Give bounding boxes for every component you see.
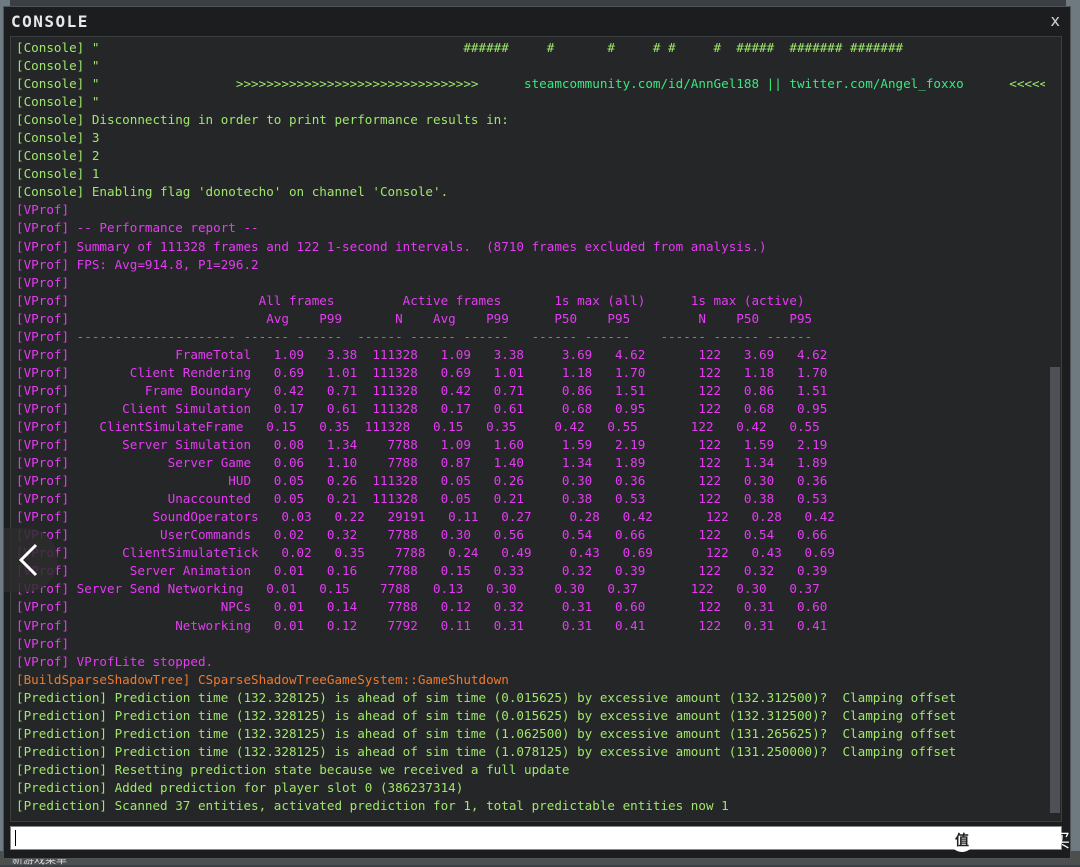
- command-input-field[interactable]: [11, 827, 1061, 849]
- console-line: [VProf] Avg P99 N Avg P99 P50 P95 N P50 …: [16, 310, 813, 326]
- console-line: [VProf] Frame Boundary 0.42 0.71 111328 …: [16, 382, 828, 398]
- console-line: [VProf] Server Game 0.06 1.10 7788 0.87 …: [16, 455, 828, 471]
- chevron-left-icon: [18, 543, 38, 577]
- console-window: CONSOLE x [Console] " ###### # # # # # #…: [3, 6, 1071, 859]
- console-line: [VProf]: [16, 202, 70, 218]
- console-line: [VProf] Server Send Networking 0.01 0.15…: [16, 581, 820, 597]
- console-line: [Prediction] Scanned 37 entities, activa…: [16, 797, 729, 813]
- console-line: [Prediction] Prediction time (132.328125…: [16, 707, 957, 723]
- console-line: [Prediction] Prediction time (132.328125…: [16, 743, 957, 759]
- console-line: [VProf] Unaccounted 0.05 0.21 111328 0.0…: [16, 491, 828, 507]
- console-line: [Console] ": [16, 94, 100, 110]
- console-line: [VProf] Client Rendering 0.69 1.01 11132…: [16, 364, 828, 380]
- close-button[interactable]: x: [1051, 11, 1060, 30]
- console-line: [Console] " ###### # # # # # ##### #####…: [16, 40, 904, 55]
- console-line: [VProf] UserCommands 0.02 0.32 7788 0.30…: [16, 527, 828, 543]
- console-line: [Console] " >>>>>>>>>>>>>>>>>>>>>>>>>>>>…: [16, 76, 1045, 92]
- console-line: [VProf] Client Simulation 0.17 0.61 1113…: [16, 400, 828, 416]
- scrollbar[interactable]: [1050, 37, 1060, 821]
- console-line: [Console] 3: [16, 130, 100, 146]
- console-line: [VProf] ClientSimulateFrame 0.15 0.35 11…: [16, 418, 820, 434]
- console-line: [VProf] ClientSimulateTick 0.02 0.35 778…: [16, 545, 835, 561]
- console-line: [VProf] NPCs 0.01 0.14 7788 0.12 0.32 0.…: [16, 599, 828, 615]
- console-line: [VProf] Networking 0.01 0.12 7792 0.11 0…: [16, 617, 828, 633]
- console-line: [VProf]: [16, 274, 70, 290]
- console-line: [VProf] VProfLite stopped.: [16, 653, 214, 669]
- smzdm-logo-icon: 值: [950, 828, 974, 852]
- console-link-text: steamcommunity.com/id/AnnGel188 || twitt…: [524, 76, 964, 92]
- console-output: [Console] " ###### # # # # # ##### #####…: [10, 36, 1062, 822]
- console-line: [VProf] -- Performance report --: [16, 220, 259, 236]
- console-line: [VProf] FPS: Avg=914.8, P1=296.2: [16, 256, 259, 272]
- console-line: [Prediction] Added prediction for player…: [16, 779, 464, 795]
- console-line: [Prediction] Resetting prediction state …: [16, 761, 570, 777]
- console-line: [Prediction] Prediction time (132.328125…: [16, 725, 957, 741]
- text-caret: [15, 830, 16, 846]
- console-lines: [Console] " ###### # # # # # ##### #####…: [16, 39, 1045, 815]
- console-line: [VProf] FrameTotal 1.09 3.38 111328 1.09…: [16, 346, 828, 362]
- command-input[interactable]: [10, 826, 1062, 850]
- window-title: CONSOLE: [11, 12, 89, 31]
- title-bar[interactable]: CONSOLE x: [4, 7, 1070, 35]
- console-line: [Console] ": [16, 58, 100, 74]
- console-line: [VProf] Summary of 111328 frames and 122…: [16, 238, 767, 254]
- console-line: [VProf]: [16, 635, 70, 651]
- console-line: [Console] Disconnecting in order to prin…: [16, 112, 509, 128]
- watermark: 值 什么值得买: [950, 826, 1070, 854]
- console-line: [VProf] --------------------- ------ ---…: [16, 328, 813, 344]
- console-line: [Console] 2: [16, 148, 100, 164]
- console-line: [VProf] Server Animation 0.01 0.16 7788 …: [16, 563, 828, 579]
- console-line: [BuildSparseShadowTree] CSparseShadowTre…: [16, 671, 509, 687]
- console-line: [VProf] Server Simulation 0.08 1.34 7788…: [16, 437, 828, 453]
- console-line: [VProf] HUD 0.05 0.26 111328 0.05 0.26 0…: [16, 473, 828, 489]
- console-line: [Console] 1: [16, 166, 100, 182]
- console-line: [VProf] SoundOperators 0.03 0.22 29191 0…: [16, 509, 835, 525]
- scrollbar-thumb[interactable]: [1050, 367, 1060, 813]
- watermark-text: 什么值得买: [980, 831, 1070, 852]
- console-line: [Console] Enabling flag 'donotecho' on c…: [16, 184, 449, 200]
- console-line: [Prediction] Prediction time (132.328125…: [16, 689, 957, 705]
- console-line: [VProf] All frames Active frames 1s max …: [16, 292, 805, 308]
